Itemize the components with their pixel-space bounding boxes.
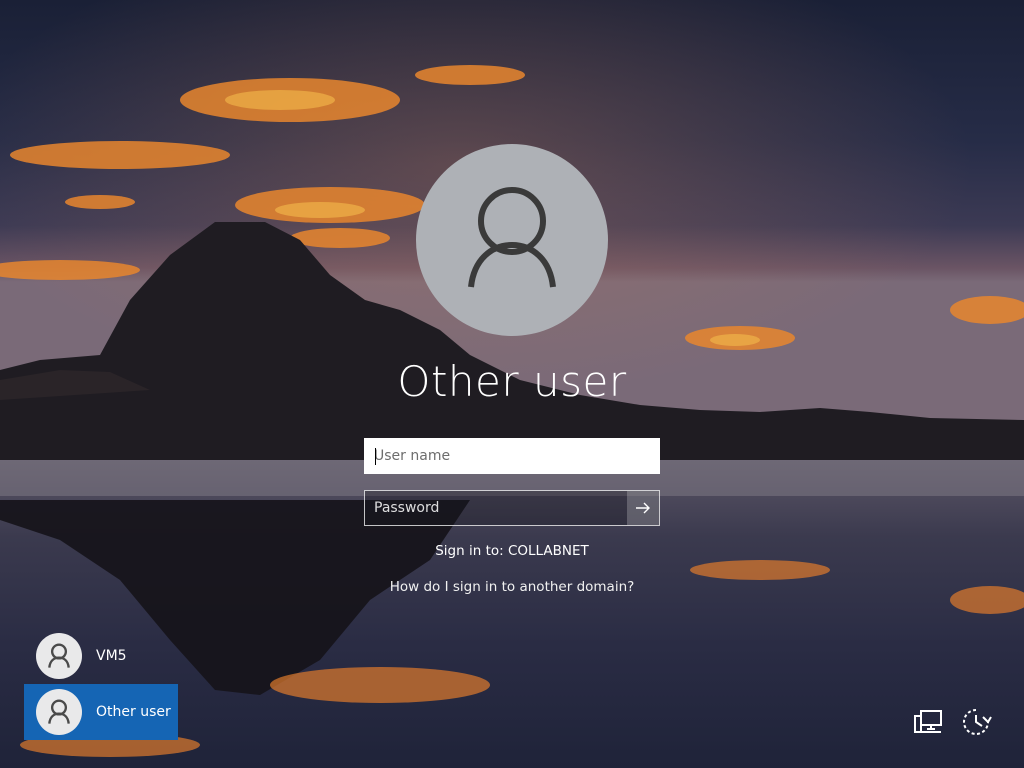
username-input[interactable]: [366, 440, 658, 472]
password-input[interactable]: [365, 491, 627, 525]
ease-of-access-button[interactable]: [958, 704, 994, 740]
submit-button[interactable]: [627, 491, 659, 525]
sign-in-domain-label: Sign in to: COLLABNET: [435, 543, 589, 559]
user-avatar-large: [416, 144, 608, 336]
user-tile-other-user[interactable]: Other user: [24, 684, 178, 740]
network-button[interactable]: [910, 704, 946, 740]
selected-user-name: Other user: [397, 357, 627, 406]
user-tile-avatar: [36, 689, 82, 735]
user-tile-label: Other user: [96, 704, 171, 720]
user-tile-label: VM5: [96, 648, 127, 664]
user-icon: [48, 699, 70, 724]
text-caret: [375, 448, 376, 465]
user-icon: [468, 187, 556, 288]
user-icon: [48, 643, 70, 668]
other-domain-help-link[interactable]: How do I sign in to another domain?: [312, 579, 712, 595]
user-tile-vm5[interactable]: VM5: [24, 628, 178, 684]
user-tile-avatar: [36, 633, 82, 679]
password-field-container: [364, 490, 660, 526]
username-field-container: [364, 438, 660, 474]
network-icon: [914, 710, 942, 733]
ease-of-access-icon: [963, 709, 992, 735]
arrow-right-icon: [636, 502, 650, 514]
